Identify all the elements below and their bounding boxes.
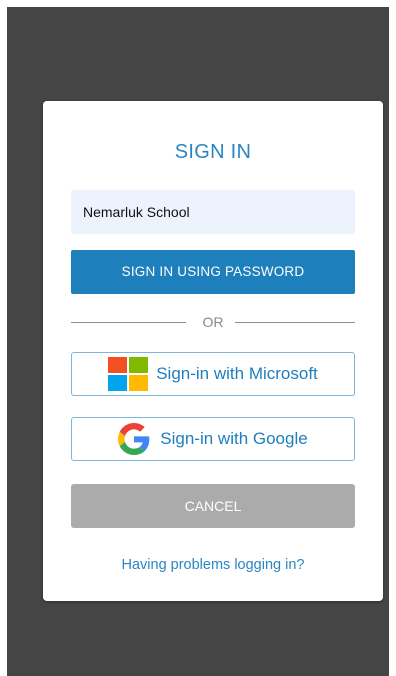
microsoft-logo-icon	[108, 357, 149, 391]
cancel-button[interactable]: CANCEL	[71, 484, 355, 528]
dialog-title: SIGN IN	[174, 141, 252, 163]
divider-line-right	[235, 322, 355, 323]
google-logo-icon	[118, 423, 150, 455]
sign-in-dialog: SIGN IN Nemarluk School SIGN IN USING PA…	[43, 101, 383, 601]
school-name-field[interactable]: Nemarluk School	[71, 190, 355, 234]
modal-backdrop: SIGN IN Nemarluk School SIGN IN USING PA…	[7, 7, 389, 676]
google-sign-in-button[interactable]: Sign-in with Google	[71, 417, 355, 461]
sign-in-password-button[interactable]: SIGN IN USING PASSWORD	[71, 250, 355, 294]
login-help-link[interactable]: Having problems logging in?	[43, 557, 383, 573]
microsoft-sign-in-button[interactable]: Sign-in with Microsoft	[71, 352, 355, 396]
microsoft-button-label: Sign-in with Microsoft	[156, 364, 318, 383]
google-button-label: Sign-in with Google	[160, 429, 308, 448]
or-divider: OR	[71, 313, 355, 331]
